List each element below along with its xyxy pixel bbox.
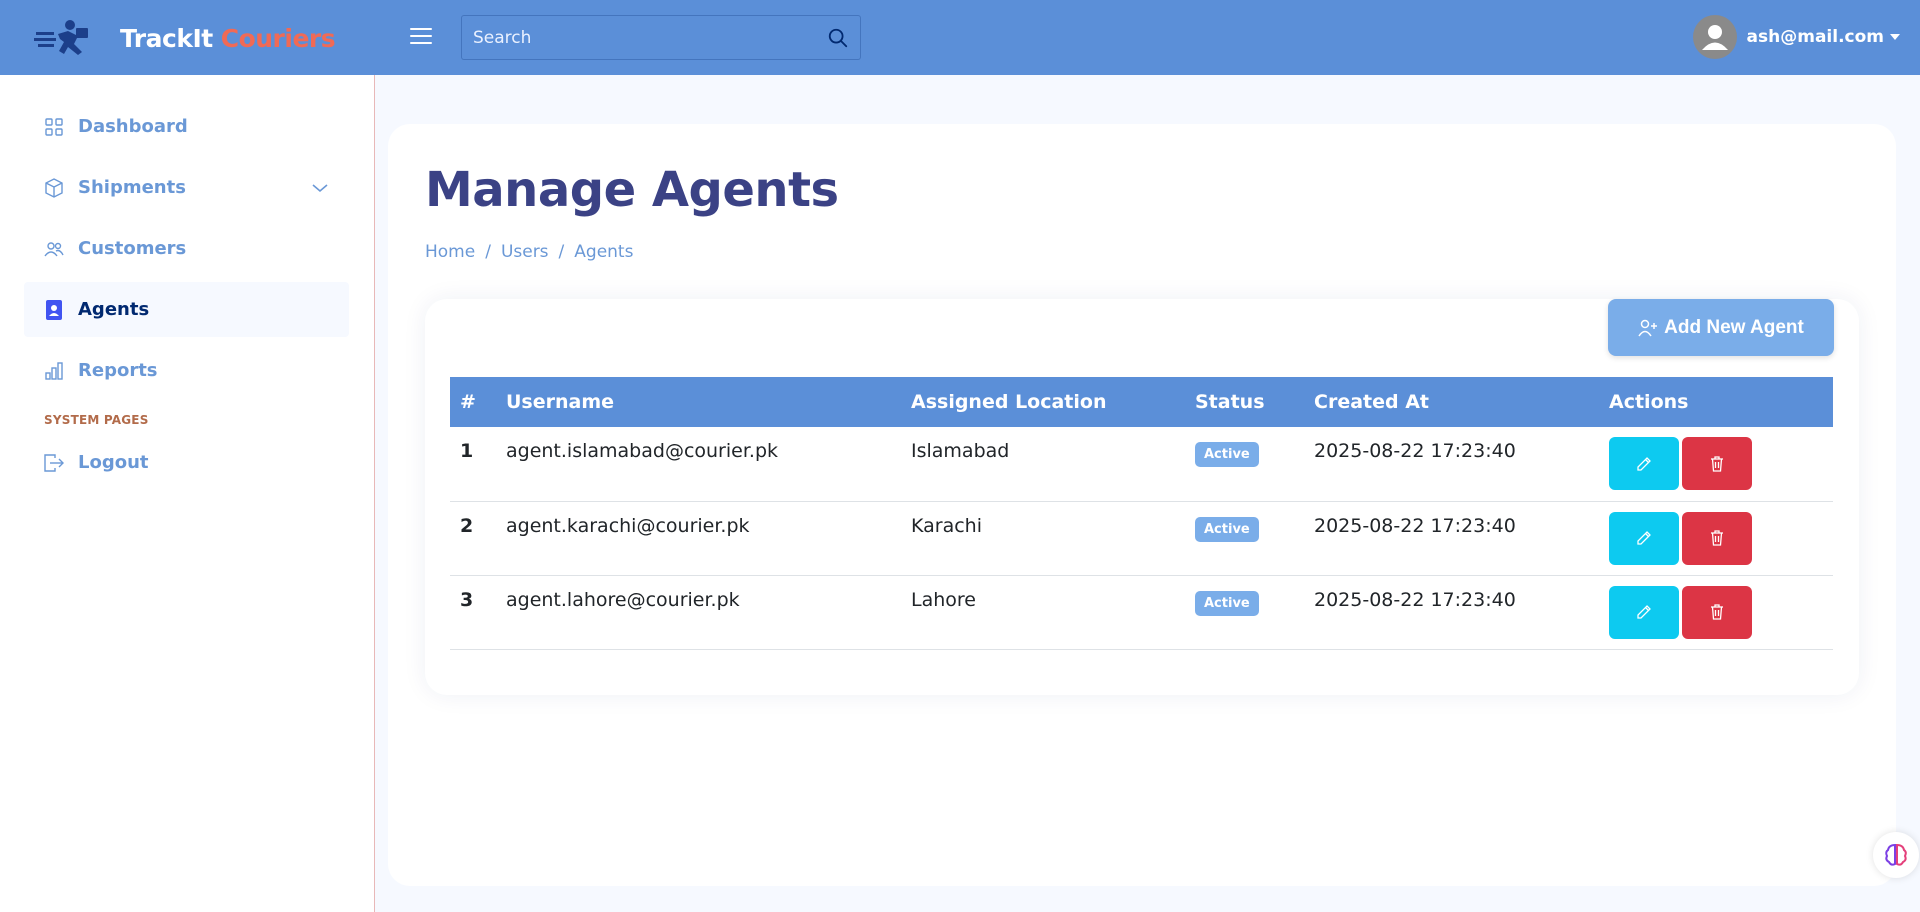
brand-logo[interactable]: TrackIt Couriers — [34, 18, 336, 58]
sidebar-item-logout[interactable]: Logout — [24, 435, 349, 490]
column-header-created[interactable]: Created At — [1304, 377, 1599, 427]
table-row: 3 agent.lahore@courier.pk Lahore Active … — [450, 575, 1833, 650]
row-status-cell: Active — [1185, 427, 1304, 502]
status-badge: Active — [1195, 442, 1259, 467]
brand-name-part2: Couriers — [220, 23, 336, 53]
row-created-at: 2025-08-22 17:23:40 — [1304, 575, 1599, 650]
brand-name-part1: TrackIt — [120, 23, 213, 53]
top-header: TrackItCouriers ash@mail.com — [0, 0, 1920, 75]
row-number: 1 — [450, 427, 496, 502]
box-icon — [44, 177, 64, 198]
sidebar: Dashboard Shipments Customers Agents Rep… — [0, 75, 375, 912]
brand-name: TrackIt Couriers — [120, 23, 336, 53]
status-badge: Active — [1195, 590, 1259, 616]
user-profile-dropdown[interactable]: ash@mail.com — [1692, 15, 1900, 59]
sidebar-item-label: Shipments — [78, 177, 186, 198]
breadcrumb-separator: / — [485, 242, 491, 262]
assistant-brain-icon[interactable] — [1873, 832, 1919, 878]
status-badge: Active — [1195, 516, 1259, 542]
edit-button[interactable] — [1609, 437, 1679, 490]
edit-button[interactable] — [1609, 585, 1679, 639]
sidebar-item-label: Dashboard — [78, 116, 188, 137]
row-actions — [1599, 501, 1833, 576]
row-username: agent.lahore@courier.pk — [496, 575, 901, 650]
breadcrumb-home[interactable]: Home — [425, 242, 475, 262]
pencil-icon — [1637, 605, 1651, 619]
column-header-username[interactable]: Username — [496, 377, 901, 427]
table-row: 1 agent.islamabad@courier.pk Islamabad A… — [450, 427, 1833, 502]
person-badge-icon — [44, 299, 64, 320]
breadcrumb-agents[interactable]: Agents — [574, 242, 633, 262]
sidebar-item-customers[interactable]: Customers — [24, 221, 349, 276]
row-location: Karachi — [901, 501, 1185, 576]
add-new-agent-button[interactable]: Add New Agent — [1608, 299, 1834, 356]
hamburger-menu-icon[interactable] — [408, 24, 434, 50]
sidebar-item-label: Customers — [78, 238, 187, 259]
search-icon[interactable] — [816, 16, 860, 60]
sidebar-item-shipments[interactable]: Shipments — [24, 160, 349, 215]
edit-button[interactable] — [1609, 511, 1679, 565]
page-title: Manage Agents — [425, 162, 839, 218]
row-status-cell: Active — [1185, 575, 1304, 650]
chevron-down-icon — [311, 179, 329, 198]
breadcrumb: Home / Users / Agents — [425, 242, 633, 262]
chevron-down-icon — [1890, 34, 1900, 40]
add-new-agent-label: Add New Agent — [1664, 316, 1804, 338]
row-created-at: 2025-08-22 17:23:40 — [1304, 501, 1599, 576]
search-bar — [461, 15, 861, 60]
column-header-location[interactable]: Assigned Location — [901, 377, 1185, 427]
column-header-actions: Actions — [1599, 377, 1833, 427]
agents-table: # Username Assigned Location Status Crea… — [450, 377, 1833, 650]
row-location: Islamabad — [901, 427, 1185, 502]
delete-button[interactable] — [1682, 437, 1752, 490]
sidebar-item-dashboard[interactable]: Dashboard — [24, 99, 349, 154]
row-number: 3 — [450, 575, 496, 650]
sidebar-item-label: Logout — [78, 452, 149, 473]
row-created-at: 2025-08-22 17:23:40 — [1304, 427, 1599, 502]
user-email: ash@mail.com — [1746, 27, 1884, 47]
column-header-status[interactable]: Status — [1185, 377, 1304, 427]
row-username: agent.islamabad@courier.pk — [496, 427, 901, 502]
people-icon — [44, 239, 64, 259]
main-content: Manage Agents Home / Users / Agents Add … — [388, 124, 1896, 886]
runner-logo-icon — [34, 20, 88, 55]
trash-icon — [1711, 455, 1723, 472]
row-status-cell: Active — [1185, 501, 1304, 576]
table-row: 2 agent.karachi@courier.pk Karachi Activ… — [450, 501, 1833, 576]
table-header-row: # Username Assigned Location Status Crea… — [450, 377, 1833, 427]
sidebar-item-label: Agents — [78, 299, 150, 320]
person-plus-icon — [1638, 319, 1658, 336]
trash-icon — [1711, 530, 1723, 546]
delete-button[interactable] — [1682, 511, 1752, 565]
row-username: agent.karachi@courier.pk — [496, 501, 901, 576]
sidebar-item-reports[interactable]: Reports — [24, 343, 349, 398]
pencil-icon — [1637, 456, 1651, 471]
avatar — [1692, 15, 1737, 59]
user-avatar-icon — [1701, 25, 1728, 50]
row-location: Lahore — [901, 575, 1185, 650]
column-header-number[interactable]: # — [450, 377, 496, 427]
grid-icon — [44, 117, 64, 137]
breadcrumb-separator: / — [558, 242, 565, 262]
agents-card: Add New Agent # Username Assigned Locati… — [425, 299, 1859, 695]
pencil-icon — [1637, 531, 1651, 545]
row-number: 2 — [450, 501, 496, 576]
logout-icon — [44, 453, 64, 473]
search-input[interactable] — [462, 16, 816, 59]
row-actions — [1599, 427, 1833, 502]
delete-button[interactable] — [1682, 585, 1752, 639]
trash-icon — [1711, 604, 1723, 620]
bar-chart-icon — [44, 361, 64, 381]
sidebar-section-heading: SYSTEM PAGES — [44, 413, 149, 427]
row-actions — [1599, 575, 1833, 650]
sidebar-item-label: Reports — [78, 360, 158, 381]
sidebar-item-agents[interactable]: Agents — [24, 282, 349, 337]
breadcrumb-users[interactable]: Users — [501, 242, 549, 262]
